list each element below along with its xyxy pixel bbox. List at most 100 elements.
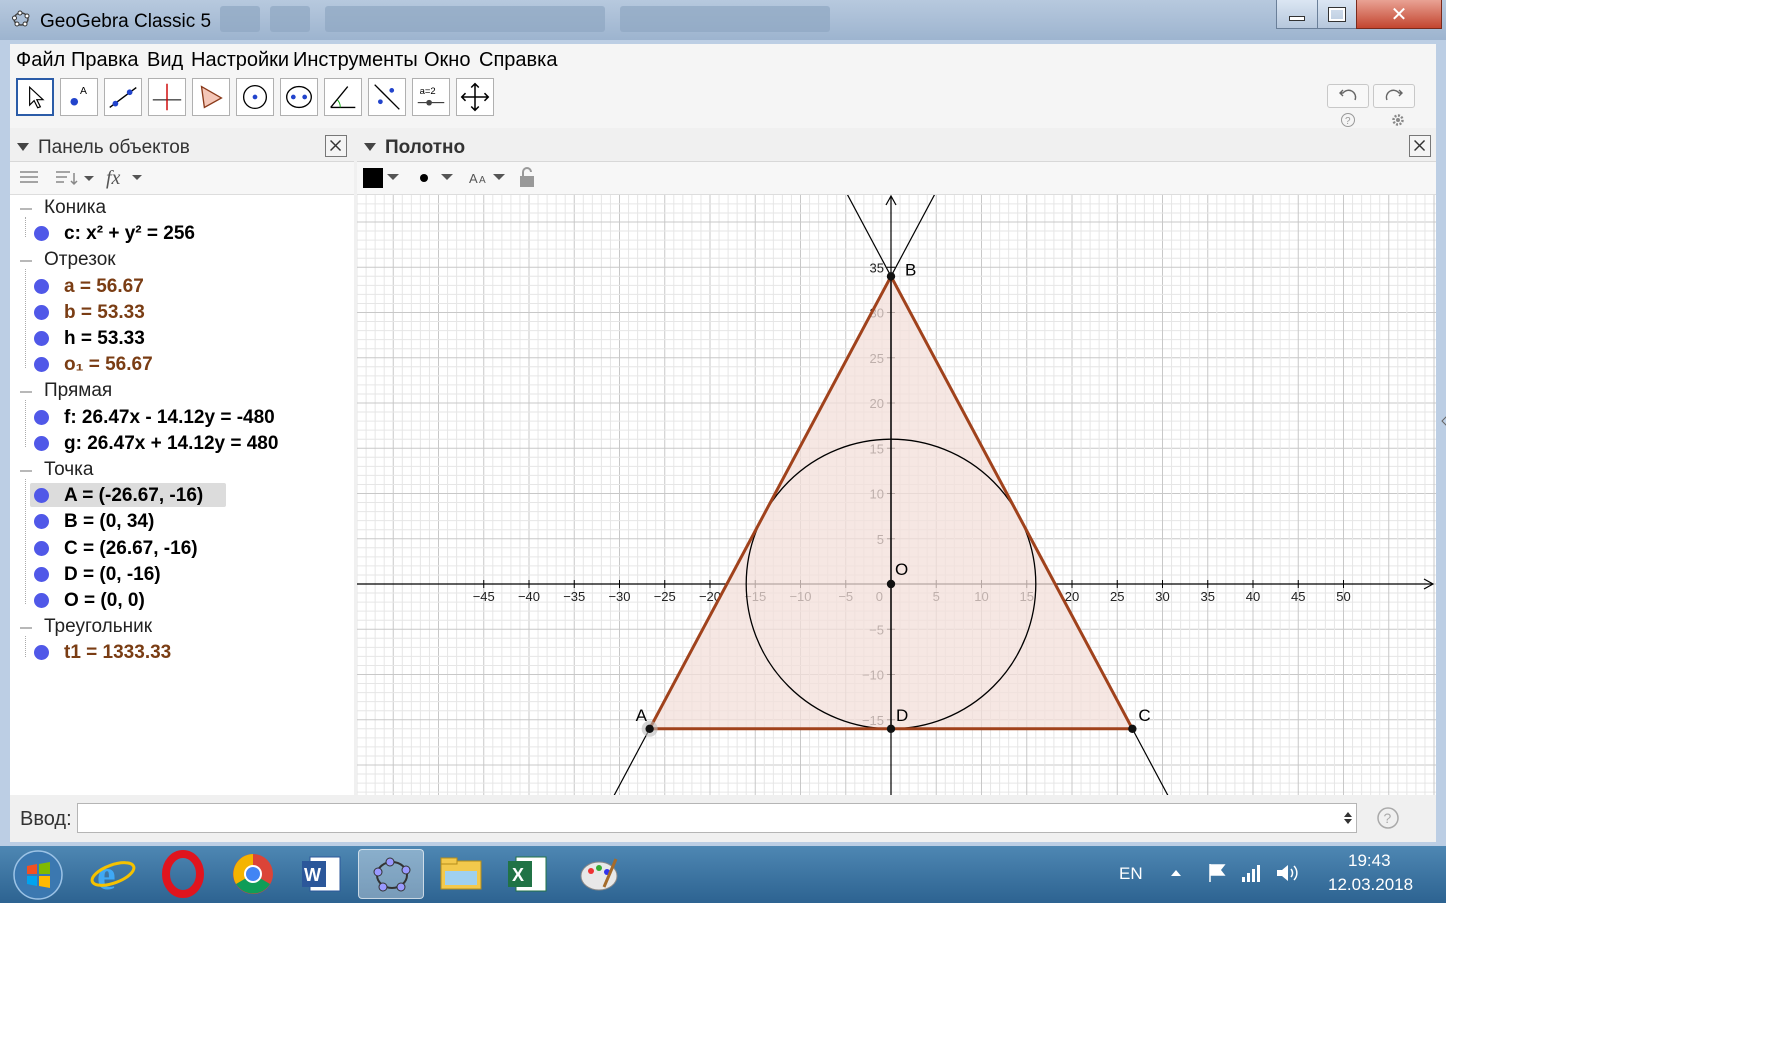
spinner-icon[interactable]: [1344, 811, 1352, 825]
chrome-button[interactable]: [220, 849, 286, 899]
show-hidden-icons-icon[interactable]: [1170, 868, 1182, 878]
menu-help[interactable]: Справка: [479, 49, 557, 72]
help-icon[interactable]: ?: [1340, 112, 1356, 128]
maximize-button[interactable]: [1317, 0, 1357, 29]
collapse-category-icon[interactable]: [20, 470, 32, 472]
point-tool[interactable]: A: [60, 78, 98, 116]
input-field[interactable]: [77, 803, 1357, 833]
lock-icon[interactable]: [517, 167, 537, 189]
chevron-down-icon[interactable]: [387, 172, 401, 182]
line-tool[interactable]: [104, 78, 142, 116]
category-label[interactable]: Точка: [44, 459, 93, 481]
visibility-toggle[interactable]: [34, 540, 49, 556]
algebra-view: Панель объектов fx Коника c: x² + y² = 25…: [10, 133, 354, 795]
clock-time[interactable]: 19:43: [1348, 851, 1391, 871]
tree-line: [25, 217, 26, 238]
collapse-category-icon[interactable]: [20, 627, 32, 630]
visibility-toggle[interactable]: [34, 226, 49, 242]
gear-icon[interactable]: [1390, 112, 1406, 128]
language-indicator[interactable]: EN: [1119, 864, 1143, 884]
undo-button[interactable]: [1327, 84, 1369, 108]
redo-button[interactable]: [1373, 84, 1415, 108]
menu-settings[interactable]: Настройки: [191, 49, 289, 72]
menu-file[interactable]: Файл: [16, 49, 65, 72]
category-label[interactable]: Прямая: [44, 380, 112, 402]
algebra-object[interactable]: a = 56.67: [64, 276, 144, 298]
internet-explorer-button[interactable]: e: [80, 849, 146, 899]
visibility-toggle[interactable]: [34, 645, 49, 661]
algebra-object[interactable]: g: 26.47x + 14.12y = 480: [64, 433, 278, 455]
point-style-icon[interactable]: [417, 170, 467, 186]
svg-text:?: ?: [1384, 810, 1392, 826]
visibility-toggle[interactable]: [34, 435, 49, 451]
algebra-object[interactable]: t1 = 1333.33: [64, 642, 171, 664]
menu-tools[interactable]: Инструменты: [293, 49, 418, 72]
close-graphics-view-button[interactable]: [1409, 135, 1431, 157]
network-icon[interactable]: [1240, 863, 1262, 883]
ellipse-tool[interactable]: [280, 78, 318, 116]
category-label[interactable]: Коника: [44, 197, 106, 219]
visibility-toggle[interactable]: [34, 357, 49, 373]
menu-edit[interactable]: Правка: [71, 49, 139, 72]
geogebra-button[interactable]: [358, 849, 424, 899]
slider-tool[interactable]: a=2: [412, 78, 450, 116]
color-swatch[interactable]: [363, 168, 383, 188]
algebra-object[interactable]: f: 26.47x - 14.12y = -480: [64, 407, 275, 429]
visibility-toggle[interactable]: [34, 514, 49, 530]
visibility-toggle[interactable]: [34, 278, 49, 294]
collapse-category-icon[interactable]: [20, 208, 32, 210]
algebra-object[interactable]: O = (0, 0): [64, 590, 145, 612]
svg-text:fx: fx: [106, 167, 121, 189]
help-icon[interactable]: ?: [1376, 806, 1400, 830]
clock-date[interactable]: 12.03.2018: [1328, 875, 1413, 895]
label-style-icon[interactable]: AA: [467, 168, 519, 188]
volume-icon[interactable]: [1274, 861, 1300, 885]
algebra-object[interactable]: b = 53.33: [64, 302, 145, 324]
close-button[interactable]: ✕: [1356, 0, 1442, 29]
word-button[interactable]: W: [290, 849, 356, 899]
reflect-tool[interactable]: [368, 78, 406, 116]
algebra-object[interactable]: h = 53.33: [64, 328, 145, 350]
move-tool[interactable]: [16, 78, 54, 116]
excel-button[interactable]: X: [496, 849, 562, 899]
visibility-toggle[interactable]: [34, 566, 49, 582]
visibility-toggle[interactable]: [34, 304, 49, 320]
graphics-view-header: Полотно: [357, 133, 1436, 162]
menu-view[interactable]: Вид: [147, 49, 183, 72]
point-label-B: B: [905, 260, 916, 279]
algebra-object[interactable]: C = (26.67, -16): [64, 538, 198, 560]
collapse-category-icon[interactable]: [20, 391, 32, 394]
title-bar[interactable]: GeoGebra Classic 5 ✕: [0, 0, 1446, 40]
category-label[interactable]: Отрезок: [44, 249, 116, 271]
algebra-object[interactable]: o₁ = 56.67: [64, 354, 153, 376]
explorer-button[interactable]: [428, 849, 494, 899]
graphics-canvas[interactable]: −45−40−35−30−25−20−15−10−551015202530354…: [357, 195, 1436, 795]
algebra-object[interactable]: B = (0, 34): [64, 511, 154, 533]
move-view-tool[interactable]: [456, 78, 494, 116]
windows-start-icon[interactable]: [10, 849, 66, 901]
collapse-arrow-icon[interactable]: [363, 142, 377, 152]
algebra-object[interactable]: c: x² + y² = 256: [64, 223, 195, 245]
polygon-tool[interactable]: [192, 78, 230, 116]
angle-tool[interactable]: [324, 78, 362, 116]
visibility-toggle[interactable]: [34, 409, 49, 425]
category-label[interactable]: Треугольник: [44, 616, 152, 638]
algebra-object[interactable]: A = (-26.67, -16): [64, 485, 203, 507]
minimize-button[interactable]: [1276, 0, 1318, 29]
paint-button[interactable]: [566, 849, 632, 899]
expand-side-icon[interactable]: [1440, 414, 1446, 428]
action-center-flag-icon[interactable]: [1206, 862, 1228, 884]
collapse-category-icon[interactable]: [20, 260, 32, 263]
collapse-arrow-icon[interactable]: [16, 142, 30, 152]
visibility-toggle[interactable]: [34, 331, 49, 346]
visibility-toggle[interactable]: [34, 593, 49, 608]
menu-window[interactable]: Окно: [424, 49, 470, 72]
circle-tool[interactable]: [236, 78, 274, 116]
sort-icon[interactable]: [54, 168, 100, 188]
fx-icon[interactable]: fx: [104, 166, 148, 190]
opera-button[interactable]: [150, 849, 216, 899]
auxiliary-objects-icon[interactable]: [18, 168, 40, 188]
perpendicular-tool[interactable]: [148, 78, 186, 116]
algebra-object[interactable]: D = (0, -16): [64, 564, 161, 586]
close-algebra-view-button[interactable]: [325, 135, 347, 157]
